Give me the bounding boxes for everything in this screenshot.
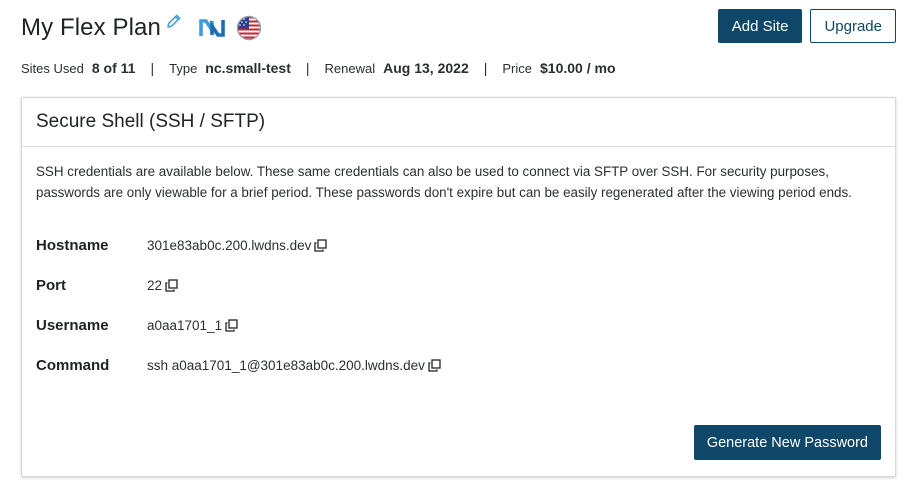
page-title: My Flex Plan <box>21 14 161 41</box>
credentials-list: Hostname 301e83ab0c.200.lwdns.dev Port 2… <box>36 225 881 385</box>
pencil-icon[interactable] <box>165 12 183 30</box>
meta-separator: | <box>305 60 310 76</box>
type-label: Type <box>169 60 198 76</box>
credential-value: ssh a0aa1701_1@301e83ab0c.200.lwdns.dev <box>147 357 425 373</box>
plan-meta: Sites Used 8 of 11 | Type nc.small-test … <box>21 58 616 78</box>
ssh-description: SSH credentials are available below. The… <box>36 164 852 200</box>
meta-separator: | <box>150 60 155 76</box>
nexcess-logo-icon <box>199 18 225 38</box>
copy-icon[interactable] <box>314 238 328 252</box>
us-flag-icon <box>236 15 262 41</box>
meta-separator: | <box>483 60 488 76</box>
copy-icon[interactable] <box>165 278 178 292</box>
credential-value: 22 <box>147 277 163 293</box>
copy-icon[interactable] <box>428 358 441 372</box>
credential-label: Command <box>36 356 110 374</box>
credential-label: Hostname <box>36 236 109 254</box>
page-header: My Flex Plan <box>21 8 262 48</box>
generate-password-button[interactable]: Generate New Password <box>693 425 881 460</box>
ssh-card-title: Secure Shell (SSH / SFTP) <box>36 111 266 132</box>
upgrade-button[interactable]: Upgrade <box>810 9 896 43</box>
price-value: $10.00 / mo <box>540 60 616 76</box>
credential-row-hostname: Hostname 301e83ab0c.200.lwdns.dev <box>36 225 881 265</box>
renewal-label: Renewal <box>324 60 376 76</box>
renewal-value: Aug 13, 2022 <box>383 60 469 76</box>
credential-value: 301e83ab0c.200.lwdns.dev <box>147 237 312 253</box>
sites-used-value: 8 of 11 <box>91 60 136 76</box>
credential-row-command: Command ssh a0aa1701_1@301e83ab0c.200.lw… <box>36 345 881 385</box>
credential-label: Port <box>36 276 66 294</box>
ssh-card-header: Secure Shell (SSH / SFTP) <box>22 98 895 147</box>
credential-row-port: Port 22 <box>36 265 881 305</box>
price-label: Price <box>502 60 532 76</box>
sites-used-label: Sites Used <box>21 60 84 76</box>
type-value: nc.small-test <box>205 60 291 76</box>
add-site-button[interactable]: Add Site <box>717 9 803 43</box>
ssh-card-body: SSH credentials are available below. The… <box>22 147 895 385</box>
header-actions: Add Site Upgrade <box>717 9 896 43</box>
copy-icon[interactable] <box>225 318 238 332</box>
ssh-card: Secure Shell (SSH / SFTP) SSH credential… <box>21 97 896 477</box>
credential-value: a0aa1701_1 <box>147 317 223 333</box>
credential-row-username: Username a0aa1701_1 <box>36 305 881 345</box>
credential-label: Username <box>36 316 109 334</box>
